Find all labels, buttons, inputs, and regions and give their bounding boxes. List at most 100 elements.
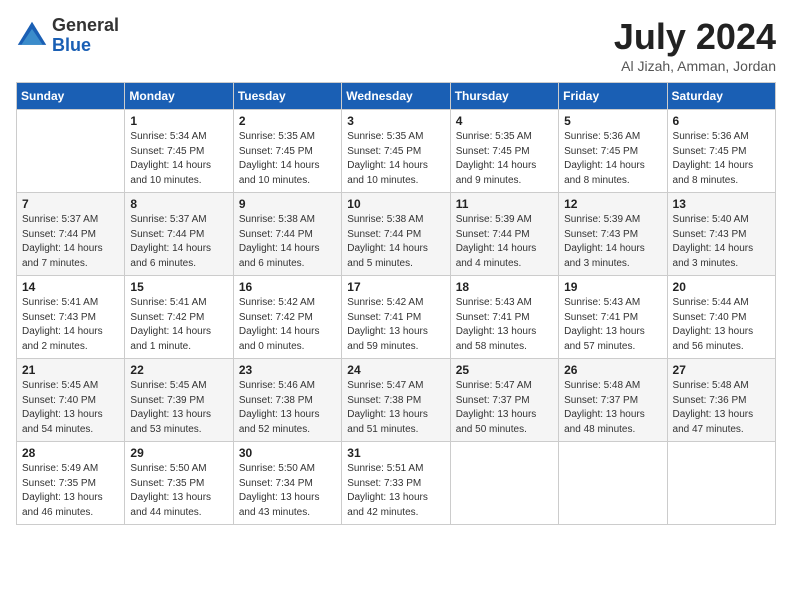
table-row: 28 Sunrise: 5:49 AMSunset: 7:35 PMDaylig… bbox=[17, 442, 125, 525]
day-info: Sunrise: 5:49 AMSunset: 7:35 PMDaylight:… bbox=[22, 462, 119, 520]
logo-icon bbox=[16, 20, 48, 52]
month-title: July 2024 bbox=[614, 16, 776, 58]
table-row: 14 Sunrise: 5:41 AMSunset: 7:43 PMDaylig… bbox=[17, 276, 125, 359]
col-sunday: Sunday bbox=[17, 83, 125, 110]
table-row: 26 Sunrise: 5:48 AMSunset: 7:37 PMDaylig… bbox=[559, 359, 667, 442]
table-row: 10 Sunrise: 5:38 AMSunset: 7:44 PMDaylig… bbox=[342, 193, 450, 276]
day-info: Sunrise: 5:37 AMSunset: 7:44 PMDaylight:… bbox=[22, 213, 119, 271]
table-row: 29 Sunrise: 5:50 AMSunset: 7:35 PMDaylig… bbox=[125, 442, 233, 525]
day-number: 16 bbox=[239, 280, 336, 294]
day-info: Sunrise: 5:48 AMSunset: 7:37 PMDaylight:… bbox=[564, 379, 661, 437]
day-number: 26 bbox=[564, 363, 661, 377]
table-row: 31 Sunrise: 5:51 AMSunset: 7:33 PMDaylig… bbox=[342, 442, 450, 525]
table-row bbox=[559, 442, 667, 525]
day-info: Sunrise: 5:38 AMSunset: 7:44 PMDaylight:… bbox=[239, 213, 336, 271]
table-row: 21 Sunrise: 5:45 AMSunset: 7:40 PMDaylig… bbox=[17, 359, 125, 442]
day-info: Sunrise: 5:48 AMSunset: 7:36 PMDaylight:… bbox=[673, 379, 770, 437]
day-info: Sunrise: 5:42 AMSunset: 7:42 PMDaylight:… bbox=[239, 296, 336, 354]
day-number: 11 bbox=[456, 197, 553, 211]
day-info: Sunrise: 5:36 AMSunset: 7:45 PMDaylight:… bbox=[673, 130, 770, 188]
day-number: 22 bbox=[130, 363, 227, 377]
day-number: 28 bbox=[22, 446, 119, 460]
day-info: Sunrise: 5:50 AMSunset: 7:35 PMDaylight:… bbox=[130, 462, 227, 520]
day-info: Sunrise: 5:47 AMSunset: 7:38 PMDaylight:… bbox=[347, 379, 444, 437]
table-row: 25 Sunrise: 5:47 AMSunset: 7:37 PMDaylig… bbox=[450, 359, 558, 442]
table-row: 17 Sunrise: 5:42 AMSunset: 7:41 PMDaylig… bbox=[342, 276, 450, 359]
day-number: 6 bbox=[673, 114, 770, 128]
title-block: July 2024 Al Jizah, Amman, Jordan bbox=[614, 16, 776, 74]
table-row bbox=[17, 110, 125, 193]
table-row: 15 Sunrise: 5:41 AMSunset: 7:42 PMDaylig… bbox=[125, 276, 233, 359]
day-number: 13 bbox=[673, 197, 770, 211]
table-row: 30 Sunrise: 5:50 AMSunset: 7:34 PMDaylig… bbox=[233, 442, 341, 525]
table-row: 18 Sunrise: 5:43 AMSunset: 7:41 PMDaylig… bbox=[450, 276, 558, 359]
calendar-table: Sunday Monday Tuesday Wednesday Thursday… bbox=[16, 82, 776, 525]
table-row: 9 Sunrise: 5:38 AMSunset: 7:44 PMDayligh… bbox=[233, 193, 341, 276]
day-info: Sunrise: 5:46 AMSunset: 7:38 PMDaylight:… bbox=[239, 379, 336, 437]
table-row: 12 Sunrise: 5:39 AMSunset: 7:43 PMDaylig… bbox=[559, 193, 667, 276]
day-info: Sunrise: 5:35 AMSunset: 7:45 PMDaylight:… bbox=[239, 130, 336, 188]
table-row: 2 Sunrise: 5:35 AMSunset: 7:45 PMDayligh… bbox=[233, 110, 341, 193]
table-row: 20 Sunrise: 5:44 AMSunset: 7:40 PMDaylig… bbox=[667, 276, 775, 359]
day-info: Sunrise: 5:47 AMSunset: 7:37 PMDaylight:… bbox=[456, 379, 553, 437]
day-number: 8 bbox=[130, 197, 227, 211]
day-number: 30 bbox=[239, 446, 336, 460]
day-number: 25 bbox=[456, 363, 553, 377]
calendar-week-row: 1 Sunrise: 5:34 AMSunset: 7:45 PMDayligh… bbox=[17, 110, 776, 193]
day-info: Sunrise: 5:35 AMSunset: 7:45 PMDaylight:… bbox=[456, 130, 553, 188]
day-info: Sunrise: 5:38 AMSunset: 7:44 PMDaylight:… bbox=[347, 213, 444, 271]
day-number: 10 bbox=[347, 197, 444, 211]
day-info: Sunrise: 5:35 AMSunset: 7:45 PMDaylight:… bbox=[347, 130, 444, 188]
day-info: Sunrise: 5:36 AMSunset: 7:45 PMDaylight:… bbox=[564, 130, 661, 188]
day-info: Sunrise: 5:37 AMSunset: 7:44 PMDaylight:… bbox=[130, 213, 227, 271]
day-number: 4 bbox=[456, 114, 553, 128]
day-number: 9 bbox=[239, 197, 336, 211]
table-row: 22 Sunrise: 5:45 AMSunset: 7:39 PMDaylig… bbox=[125, 359, 233, 442]
day-number: 19 bbox=[564, 280, 661, 294]
day-info: Sunrise: 5:45 AMSunset: 7:40 PMDaylight:… bbox=[22, 379, 119, 437]
table-row bbox=[667, 442, 775, 525]
page-header: General Blue July 2024 Al Jizah, Amman, … bbox=[16, 16, 776, 74]
day-number: 29 bbox=[130, 446, 227, 460]
col-friday: Friday bbox=[559, 83, 667, 110]
table-row: 4 Sunrise: 5:35 AMSunset: 7:45 PMDayligh… bbox=[450, 110, 558, 193]
day-info: Sunrise: 5:43 AMSunset: 7:41 PMDaylight:… bbox=[564, 296, 661, 354]
table-row: 8 Sunrise: 5:37 AMSunset: 7:44 PMDayligh… bbox=[125, 193, 233, 276]
day-info: Sunrise: 5:45 AMSunset: 7:39 PMDaylight:… bbox=[130, 379, 227, 437]
calendar-week-row: 7 Sunrise: 5:37 AMSunset: 7:44 PMDayligh… bbox=[17, 193, 776, 276]
location: Al Jizah, Amman, Jordan bbox=[614, 58, 776, 74]
day-number: 5 bbox=[564, 114, 661, 128]
day-number: 1 bbox=[130, 114, 227, 128]
day-info: Sunrise: 5:41 AMSunset: 7:42 PMDaylight:… bbox=[130, 296, 227, 354]
table-row: 23 Sunrise: 5:46 AMSunset: 7:38 PMDaylig… bbox=[233, 359, 341, 442]
day-number: 17 bbox=[347, 280, 444, 294]
day-number: 7 bbox=[22, 197, 119, 211]
col-saturday: Saturday bbox=[667, 83, 775, 110]
table-row: 27 Sunrise: 5:48 AMSunset: 7:36 PMDaylig… bbox=[667, 359, 775, 442]
day-number: 18 bbox=[456, 280, 553, 294]
table-row bbox=[450, 442, 558, 525]
day-info: Sunrise: 5:39 AMSunset: 7:43 PMDaylight:… bbox=[564, 213, 661, 271]
table-row: 19 Sunrise: 5:43 AMSunset: 7:41 PMDaylig… bbox=[559, 276, 667, 359]
logo: General Blue bbox=[16, 16, 119, 56]
day-number: 23 bbox=[239, 363, 336, 377]
day-info: Sunrise: 5:41 AMSunset: 7:43 PMDaylight:… bbox=[22, 296, 119, 354]
day-number: 14 bbox=[22, 280, 119, 294]
calendar-header-row: Sunday Monday Tuesday Wednesday Thursday… bbox=[17, 83, 776, 110]
day-info: Sunrise: 5:40 AMSunset: 7:43 PMDaylight:… bbox=[673, 213, 770, 271]
day-number: 12 bbox=[564, 197, 661, 211]
day-number: 2 bbox=[239, 114, 336, 128]
day-number: 21 bbox=[22, 363, 119, 377]
col-thursday: Thursday bbox=[450, 83, 558, 110]
col-monday: Monday bbox=[125, 83, 233, 110]
table-row: 13 Sunrise: 5:40 AMSunset: 7:43 PMDaylig… bbox=[667, 193, 775, 276]
table-row: 5 Sunrise: 5:36 AMSunset: 7:45 PMDayligh… bbox=[559, 110, 667, 193]
col-wednesday: Wednesday bbox=[342, 83, 450, 110]
table-row: 3 Sunrise: 5:35 AMSunset: 7:45 PMDayligh… bbox=[342, 110, 450, 193]
day-info: Sunrise: 5:39 AMSunset: 7:44 PMDaylight:… bbox=[456, 213, 553, 271]
day-number: 24 bbox=[347, 363, 444, 377]
col-tuesday: Tuesday bbox=[233, 83, 341, 110]
day-info: Sunrise: 5:34 AMSunset: 7:45 PMDaylight:… bbox=[130, 130, 227, 188]
day-number: 3 bbox=[347, 114, 444, 128]
day-number: 27 bbox=[673, 363, 770, 377]
